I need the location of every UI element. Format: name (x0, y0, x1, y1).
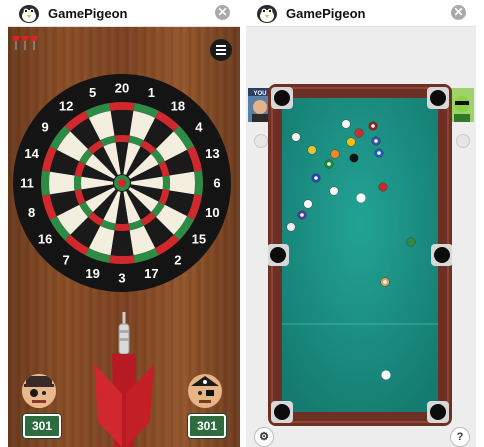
opponent-score-badge: 301 (188, 414, 226, 438)
wooden-background: 20 1 18 4 13 6 10 15 2 17 3 19 7 16 8 11 14 9 12 5 301 (8, 26, 240, 447)
pocket (274, 404, 290, 420)
pool-background: YOU (246, 26, 476, 447)
close-button[interactable]: ✕ (451, 5, 466, 20)
board-number: 18 (171, 99, 185, 114)
board-number: 1 (148, 85, 155, 100)
app-header: GamePigeon ✕ (8, 0, 240, 27)
opponent-avatar (188, 374, 222, 408)
pigeon-logo-icon (257, 5, 277, 23)
pool-game-panel: GamePigeon ✕ YOU ⚙ ? (246, 0, 476, 447)
board-number: 4 (195, 120, 203, 135)
help-icon: ? (456, 431, 464, 443)
board-number: 12 (59, 99, 73, 114)
pool-ball (346, 137, 356, 147)
dart-life-icon (30, 36, 38, 50)
pocket (430, 90, 446, 106)
pocket (430, 404, 446, 420)
menu-button[interactable] (210, 39, 232, 61)
pool-ball (307, 145, 317, 155)
close-icon: ✕ (453, 5, 464, 19)
player-ball-indicator (254, 134, 268, 148)
player-tag: YOU (253, 91, 266, 97)
bullseye (118, 179, 126, 187)
pool-table[interactable] (268, 84, 452, 426)
opponent-ball-indicator (456, 134, 470, 148)
board-number: 15 (192, 231, 206, 246)
pool-ball (378, 182, 388, 192)
table-felt (282, 98, 438, 412)
pool-ball (329, 186, 339, 196)
player-avatar (22, 374, 56, 408)
board-number: 17 (144, 266, 158, 281)
app-header: GamePigeon ✕ (246, 0, 476, 27)
pool-ball (354, 128, 364, 138)
cue-ball[interactable] (381, 370, 391, 380)
pool-ball (291, 132, 301, 142)
help-button[interactable]: ? (450, 427, 470, 447)
board-number: 2 (174, 252, 181, 267)
board-number: 10 (205, 205, 219, 220)
board-number: 6 (213, 176, 220, 191)
close-button[interactable]: ✕ (215, 5, 230, 20)
board-number: 11 (20, 176, 34, 191)
dartboard[interactable]: 20 1 18 413 6 10 15 2 17 3 19 7 168 11 149 12 5 (12, 73, 232, 293)
pigeon-logo-icon (19, 5, 39, 23)
board-number: 8 (28, 205, 35, 220)
board-number: 7 (63, 252, 70, 267)
pool-ball (406, 237, 416, 247)
board-number: 13 (205, 146, 219, 161)
board-number: 19 (85, 266, 99, 281)
app-title: GamePigeon (286, 6, 366, 21)
app-title: GamePigeon (48, 6, 128, 21)
settings-button[interactable]: ⚙ (254, 427, 274, 447)
cue-ball[interactable] (356, 193, 366, 203)
pocket (270, 247, 286, 263)
pool-ball (330, 149, 340, 159)
board-number: 9 (42, 120, 49, 135)
player-score-badge: 301 (23, 414, 61, 438)
board-number: 5 (89, 85, 96, 100)
darts-game-panel: GamePigeon ✕ 20 1 18 4 13 6 10 15 2 17 3 19 7 16 8 11 14… (8, 0, 240, 447)
board-number: 3 (118, 271, 125, 286)
throwing-dart[interactable] (92, 310, 156, 447)
pocket (274, 90, 290, 106)
dart-life-icon (21, 36, 29, 50)
board-number: 20 (115, 81, 129, 96)
pool-ball (349, 153, 359, 163)
pocket (434, 247, 450, 263)
board-number: 16 (38, 231, 52, 246)
board-number: 14 (24, 146, 39, 161)
gear-icon: ⚙ (259, 431, 269, 443)
close-icon: ✕ (217, 5, 228, 19)
opponent-avatar (450, 88, 474, 122)
dart-life-icon (12, 36, 20, 50)
